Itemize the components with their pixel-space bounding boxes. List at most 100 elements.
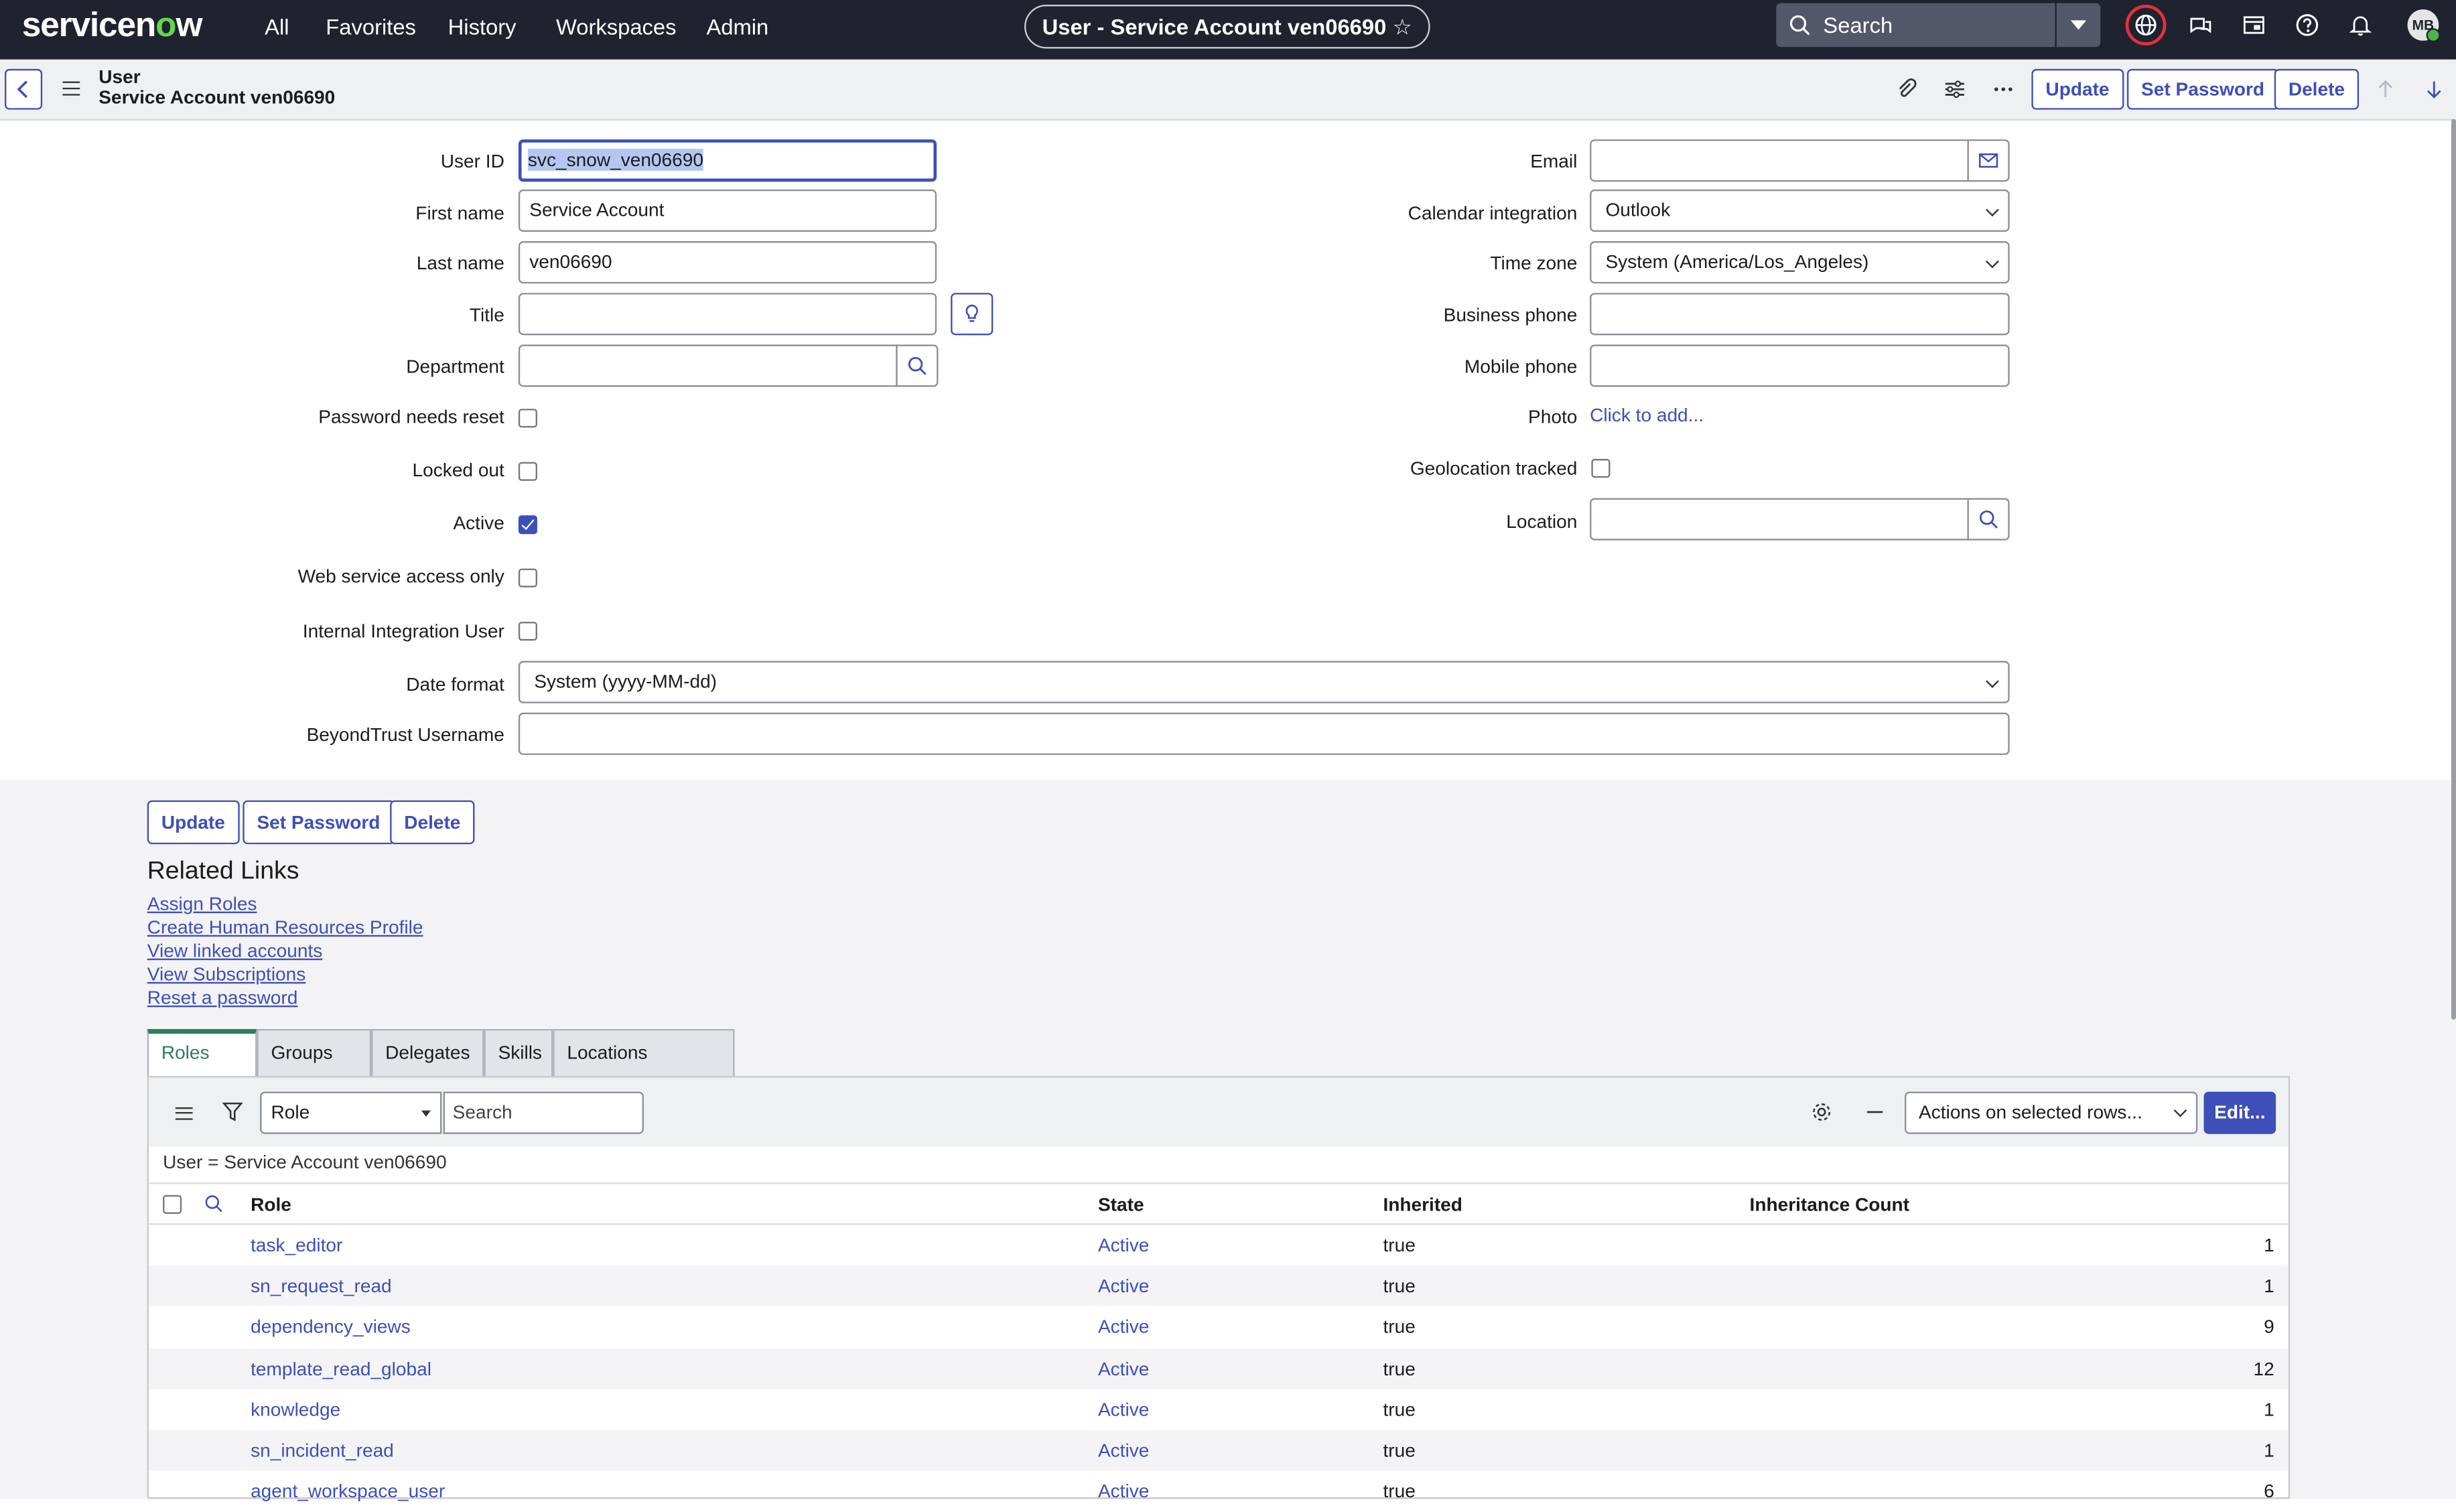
list-breadcrumb[interactable]: User = Service Account ven06690: [163, 1151, 446, 1173]
update-button[interactable]: Update: [2031, 68, 2124, 110]
bottom-delete-button[interactable]: Delete: [390, 800, 475, 845]
table-row[interactable]: template_read_global Active true 12: [149, 1348, 2289, 1389]
time-zone-select[interactable]: System (America/Los_Angeles): [1590, 241, 2010, 284]
record-title-pill[interactable]: User - Service Account ven06690 ☆: [1024, 5, 1430, 49]
calendar-integration-select[interactable]: Outlook: [1590, 189, 2010, 232]
column-header-inheritance-count[interactable]: Inheritance Count: [1750, 1194, 1910, 1216]
tab-groups[interactable]: Groups (1): [257, 1029, 372, 1107]
assign-roles-link[interactable]: Assign Roles: [147, 893, 257, 915]
chat-icon[interactable]: [2187, 11, 2215, 39]
department-field[interactable]: [518, 344, 898, 387]
search-scope-dropdown[interactable]: [2056, 3, 2101, 48]
view-linked-accounts-link[interactable]: View linked accounts: [147, 940, 322, 962]
workspace-icon[interactable]: [2240, 11, 2268, 39]
table-row[interactable]: sn_incident_read Active true 1: [149, 1430, 2289, 1471]
role-link[interactable]: knowledge: [251, 1398, 340, 1420]
role-link[interactable]: sn_request_read: [251, 1276, 392, 1298]
column-header-state[interactable]: State: [1098, 1194, 1144, 1216]
active-checkbox[interactable]: [518, 515, 537, 535]
role-link[interactable]: sn_incident_read: [251, 1440, 394, 1462]
nav-history[interactable]: History: [448, 14, 517, 39]
global-search-input[interactable]: Search: [1776, 3, 2055, 48]
state-value[interactable]: Active: [1098, 1276, 1149, 1298]
state-value[interactable]: Active: [1098, 1440, 1149, 1462]
internal-integration-user-checkbox[interactable]: [518, 622, 537, 641]
edit-button[interactable]: Edit...: [2203, 1091, 2276, 1134]
delete-button[interactable]: Delete: [2274, 68, 2360, 110]
title-suggestion-button[interactable]: [951, 293, 994, 336]
select-all-checkbox[interactable]: [163, 1194, 182, 1214]
column-header-inherited[interactable]: Inherited: [1383, 1194, 1462, 1216]
role-link[interactable]: task_editor: [251, 1234, 342, 1256]
nav-admin[interactable]: Admin: [706, 14, 768, 39]
beyondtrust-username-field[interactable]: [518, 712, 2010, 755]
tab-skills[interactable]: Skills: [484, 1029, 553, 1077]
last-name-label: Last name: [416, 252, 504, 275]
actions-on-selected-rows-select[interactable]: Actions on selected rows...: [1905, 1091, 2198, 1134]
first-name-field[interactable]: Service Account: [518, 189, 937, 232]
settings-sliders-icon[interactable]: [1942, 77, 1967, 102]
state-value[interactable]: Active: [1098, 1398, 1149, 1420]
password-needs-reset-checkbox[interactable]: [518, 409, 537, 428]
role-link[interactable]: template_read_global: [251, 1357, 431, 1379]
previous-record-arrow-icon[interactable]: [2373, 77, 2398, 102]
notification-bell-icon[interactable]: [2346, 11, 2374, 39]
date-format-select[interactable]: System (yyyy-MM-dd): [518, 661, 2010, 703]
list-context-menu-icon[interactable]: [175, 1107, 193, 1120]
list-search-input[interactable]: Search: [443, 1091, 644, 1134]
business-phone-field[interactable]: [1590, 293, 2010, 336]
locked-out-checkbox[interactable]: [518, 462, 537, 481]
nav-favorites[interactable]: Favorites: [326, 14, 416, 39]
tab-roles[interactable]: Roles (48): [147, 1029, 257, 1103]
next-record-arrow-icon[interactable]: [2422, 77, 2447, 102]
filter-icon[interactable]: [222, 1101, 243, 1123]
view-subscriptions-link[interactable]: View Subscriptions: [147, 963, 306, 985]
set-password-button[interactable]: Set Password: [2127, 68, 2279, 110]
table-row[interactable]: task_editor Active true 1: [149, 1225, 2289, 1265]
state-value[interactable]: Active: [1098, 1357, 1149, 1379]
reset-password-link[interactable]: Reset a password: [147, 987, 298, 1009]
location-lookup-button[interactable]: [1967, 498, 2010, 541]
tab-delegates[interactable]: Delegates: [371, 1029, 484, 1077]
last-name-field[interactable]: ven06690: [518, 241, 937, 284]
list-search-field-select[interactable]: Role: [260, 1091, 442, 1134]
email-label: Email: [1530, 150, 1578, 173]
send-email-button[interactable]: [1967, 139, 2010, 182]
table-row[interactable]: dependency_views Active true 9: [149, 1307, 2289, 1348]
state-value[interactable]: Active: [1098, 1234, 1149, 1256]
column-search-icon[interactable]: [204, 1194, 224, 1214]
gear-icon[interactable]: [1811, 1101, 1833, 1123]
servicenow-logo[interactable]: servicenow: [22, 5, 203, 46]
form-context-menu-icon[interactable]: [62, 81, 80, 96]
nav-all[interactable]: All: [265, 14, 289, 39]
paperclip-icon[interactable]: [1894, 77, 1919, 102]
title-field[interactable]: [518, 293, 937, 336]
tab-locations-covered[interactable]: Locations Covered: [553, 1029, 735, 1107]
table-row[interactable]: sn_request_read Active true 1: [149, 1265, 2289, 1307]
table-row[interactable]: agent_workspace_user Active true 6: [149, 1471, 2289, 1512]
user-avatar[interactable]: MB: [2407, 9, 2441, 43]
department-lookup-button[interactable]: [896, 344, 939, 387]
collapse-icon[interactable]: [1864, 1101, 1886, 1123]
email-field[interactable]: [1590, 139, 1969, 182]
back-button[interactable]: [5, 68, 43, 110]
bottom-set-password-button[interactable]: Set Password: [243, 800, 395, 845]
page-scrollbar[interactable]: [2451, 119, 2456, 1020]
globe-icon[interactable]: [2132, 11, 2160, 39]
geolocation-tracked-checkbox[interactable]: [1591, 459, 1611, 478]
create-hr-profile-link[interactable]: Create Human Resources Profile: [147, 916, 423, 939]
mobile-phone-field[interactable]: [1590, 344, 2010, 387]
bottom-update-button[interactable]: Update: [147, 800, 239, 845]
help-icon[interactable]: [2293, 11, 2321, 39]
web-service-access-checkbox[interactable]: [518, 568, 537, 588]
star-icon[interactable]: ☆: [1393, 14, 1412, 39]
location-field[interactable]: [1590, 498, 1969, 541]
state-value[interactable]: Active: [1098, 1316, 1149, 1338]
role-link[interactable]: dependency_views: [251, 1316, 411, 1338]
photo-add-link[interactable]: Click to add...: [1590, 404, 1704, 426]
nav-workspaces[interactable]: Workspaces: [556, 14, 677, 39]
column-header-role[interactable]: Role: [251, 1194, 291, 1216]
more-options-icon[interactable]: [1991, 77, 2016, 102]
table-row[interactable]: knowledge Active true 1: [149, 1389, 2289, 1430]
user-id-field[interactable]: svc_snow_ven06690: [518, 139, 937, 182]
